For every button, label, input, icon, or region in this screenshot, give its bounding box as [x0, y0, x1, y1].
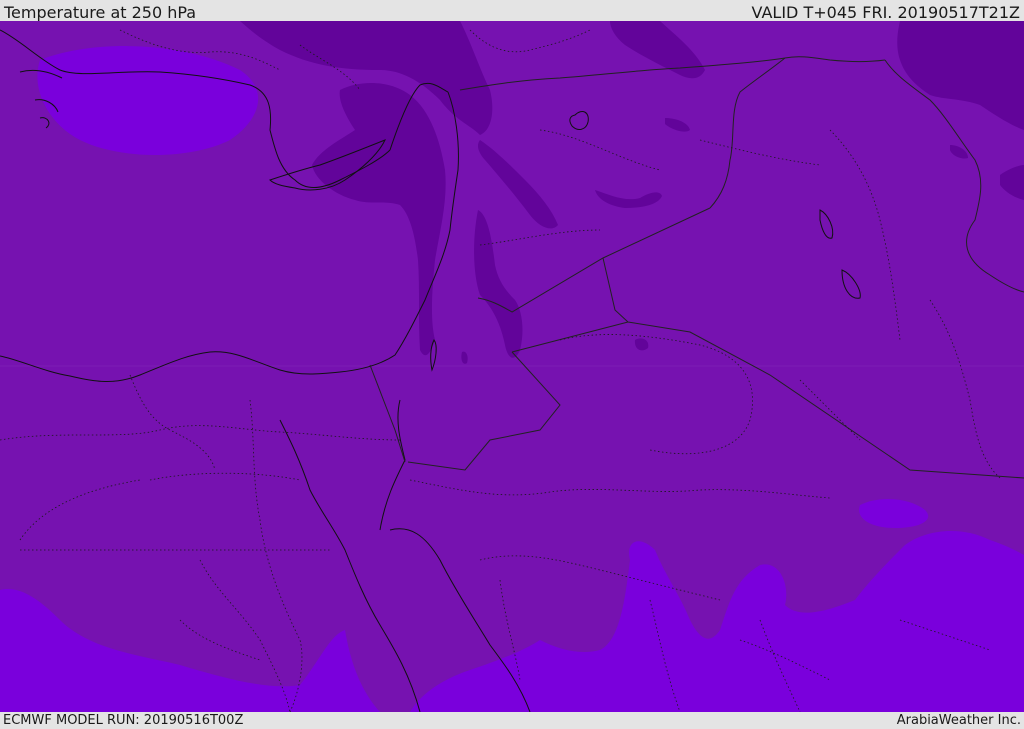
- credit-label: ArabiaWeather Inc.: [896, 713, 1021, 728]
- footer-bar: ECMWF MODEL RUN: 20190516T00Z ArabiaWeat…: [0, 712, 1024, 729]
- map-title: Temperature at 250 hPa: [4, 3, 197, 21]
- valid-time-label: VALID T+045 FRI. 20190517T21Z: [751, 3, 1020, 21]
- model-run-label: ECMWF MODEL RUN: 20190516T00Z: [3, 713, 244, 728]
- map-canvas[interactable]: [0, 21, 1024, 712]
- map-svg: [0, 21, 1024, 712]
- header-bar: Temperature at 250 hPa VALID T+045 FRI. …: [0, 0, 1024, 21]
